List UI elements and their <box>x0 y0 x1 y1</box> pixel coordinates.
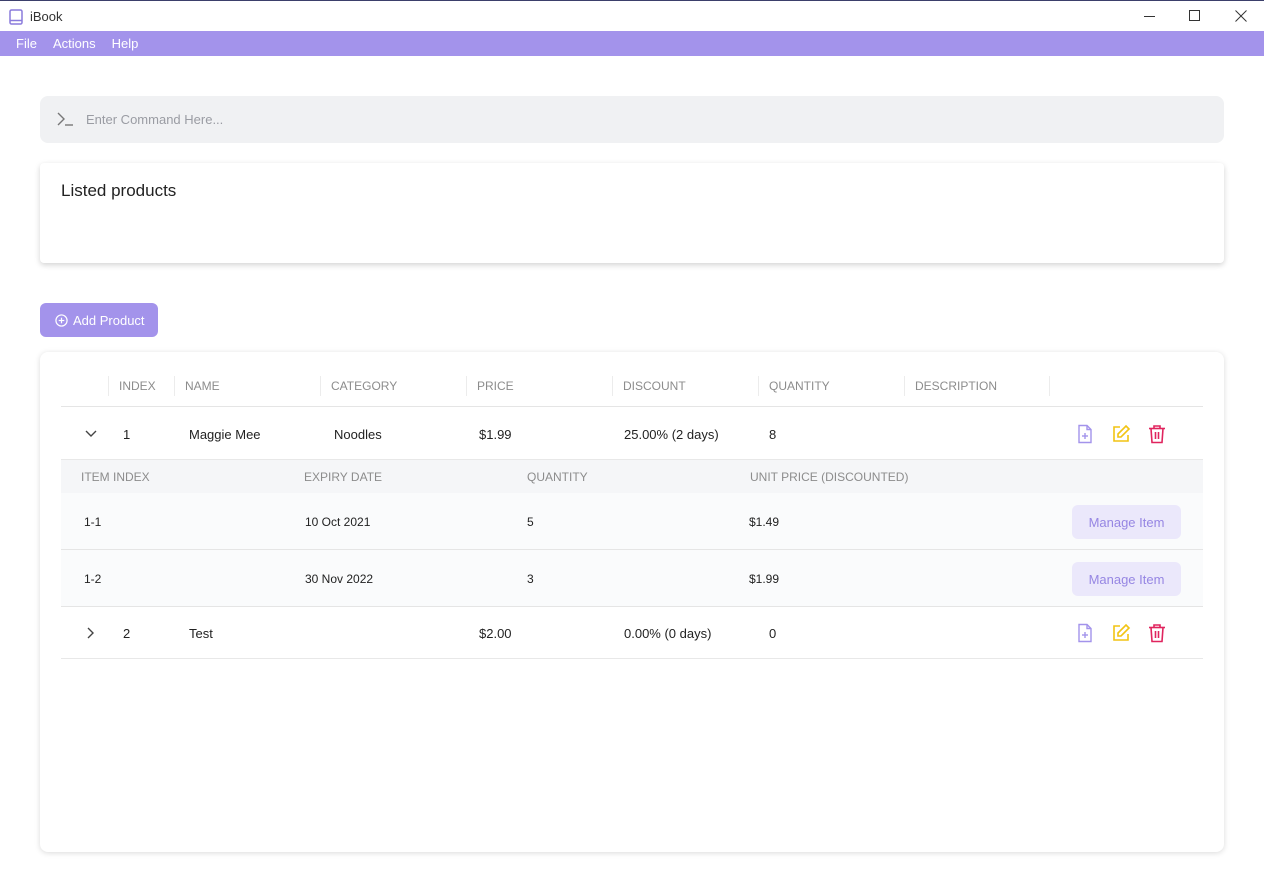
header-category[interactable]: CATEGORY <box>320 376 466 396</box>
minimize-icon <box>1144 16 1155 17</box>
menu-file[interactable]: File <box>8 36 45 51</box>
item-header-index: ITEM INDEX <box>81 470 150 484</box>
window-title: iBook <box>30 9 63 24</box>
item-table-header: ITEM INDEX EXPIRY DATE QUANTITY UNIT PRI… <box>61 460 1203 494</box>
close-button[interactable] <box>1218 1 1264 31</box>
product-index: 2 <box>123 626 131 641</box>
manage-item-button[interactable]: Manage Item <box>1072 505 1181 539</box>
product-discount: 25.00% (2 days) <box>624 427 719 442</box>
item-row: 1-2 30 Nov 2022 3 $1.99 Manage Item <box>61 550 1203 607</box>
header-price[interactable]: PRICE <box>466 376 612 396</box>
item-header-unit-price: UNIT PRICE (DISCOUNTED) <box>750 470 909 484</box>
maximize-icon <box>1189 10 1200 21</box>
trash-icon[interactable] <box>1147 623 1167 643</box>
chevron-right-icon[interactable] <box>83 625 99 641</box>
product-discount: 0.00% (0 days) <box>624 626 712 641</box>
product-price: $2.00 <box>479 626 512 641</box>
plus-circle-icon <box>55 313 68 327</box>
table-row[interactable]: 1 Maggie Mee Noodles $1.99 25.00% (2 day… <box>61 407 1203 460</box>
menu-bar: File Actions Help <box>0 31 1264 56</box>
result-display: Listed products <box>40 163 1224 263</box>
manage-item-button[interactable]: Manage Item <box>1072 562 1181 596</box>
product-category: Noodles <box>334 427 382 442</box>
product-name: Maggie Mee <box>189 427 261 442</box>
terminal-prompt-icon <box>57 112 73 126</box>
edit-icon[interactable] <box>1111 623 1131 643</box>
product-index: 1 <box>123 427 131 442</box>
add-product-label: Add Product <box>73 312 145 328</box>
item-quantity: 5 <box>527 515 534 529</box>
item-expiry: 10 Oct 2021 <box>305 515 371 529</box>
product-quantity: 0 <box>769 626 777 641</box>
item-expiry: 30 Nov 2022 <box>305 572 374 586</box>
table-header: INDEX NAME CATEGORY PRICE DISCOUNT QUANT… <box>61 376 1203 407</box>
table-row[interactable]: 2 Test $2.00 0.00% (0 days) 0 <box>61 607 1203 659</box>
product-name: Test <box>189 626 213 641</box>
chevron-down-icon[interactable] <box>83 426 99 442</box>
product-quantity: 8 <box>769 427 777 442</box>
trash-icon[interactable] <box>1147 424 1167 444</box>
book-icon <box>9 9 23 25</box>
header-quantity[interactable]: QUANTITY <box>758 376 904 396</box>
file-plus-icon[interactable] <box>1075 424 1095 444</box>
file-plus-icon[interactable] <box>1075 623 1095 643</box>
title-bar: iBook <box>0 0 1264 31</box>
header-name[interactable]: NAME <box>174 376 320 396</box>
product-price: $1.99 <box>479 427 512 442</box>
item-row: 1-1 10 Oct 2021 5 $1.49 Manage Item <box>61 493 1203 550</box>
item-quantity: 3 <box>527 572 534 586</box>
minimize-button[interactable] <box>1127 1 1173 31</box>
close-icon <box>1235 10 1247 22</box>
edit-icon[interactable] <box>1111 424 1131 444</box>
header-discount[interactable]: DISCOUNT <box>612 376 758 396</box>
add-product-button[interactable]: Add Product <box>40 303 158 337</box>
result-text: Listed products <box>61 181 177 200</box>
menu-help[interactable]: Help <box>104 36 147 51</box>
item-header-expiry: EXPIRY DATE <box>304 470 383 484</box>
header-description[interactable]: DESCRIPTION <box>904 376 1050 396</box>
item-unit-price: $1.49 <box>749 515 780 529</box>
maximize-button[interactable] <box>1172 1 1218 31</box>
item-index: 1-1 <box>84 515 102 529</box>
command-input[interactable] <box>86 96 1206 143</box>
item-header-quantity: QUANTITY <box>527 470 588 484</box>
command-box <box>40 96 1224 143</box>
item-index: 1-2 <box>84 572 102 586</box>
menu-actions[interactable]: Actions <box>45 36 104 51</box>
item-unit-price: $1.99 <box>749 572 780 586</box>
header-index[interactable]: INDEX <box>108 376 174 396</box>
